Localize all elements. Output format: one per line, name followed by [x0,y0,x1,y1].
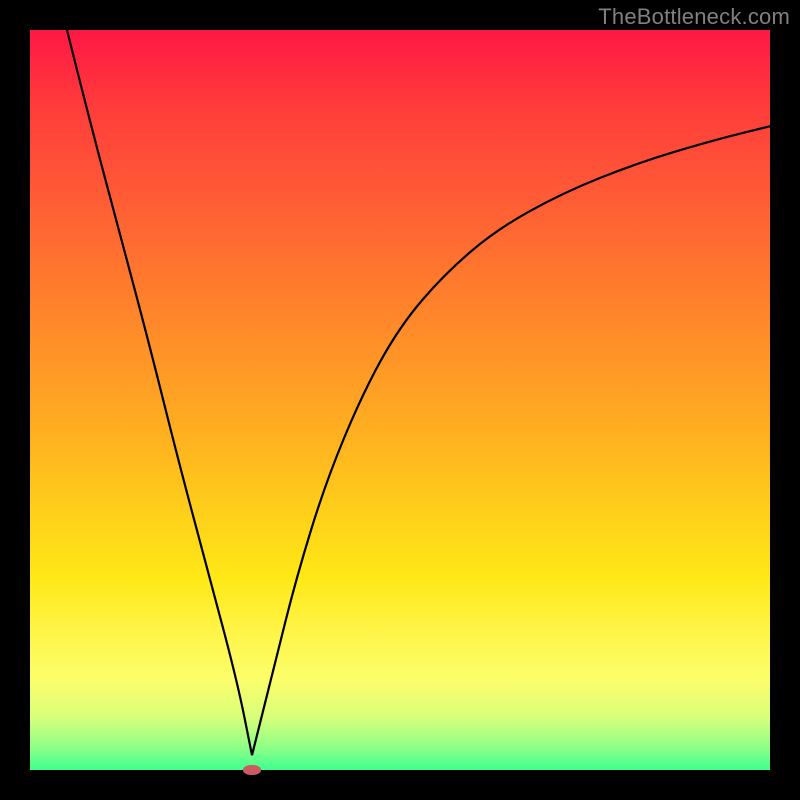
bottleneck-curve [30,30,770,770]
curve-path [67,30,770,755]
minimum-marker [243,765,261,775]
plot-area [30,30,770,770]
chart-outer-frame: TheBottleneck.com [0,0,800,800]
watermark-text: TheBottleneck.com [598,4,790,30]
